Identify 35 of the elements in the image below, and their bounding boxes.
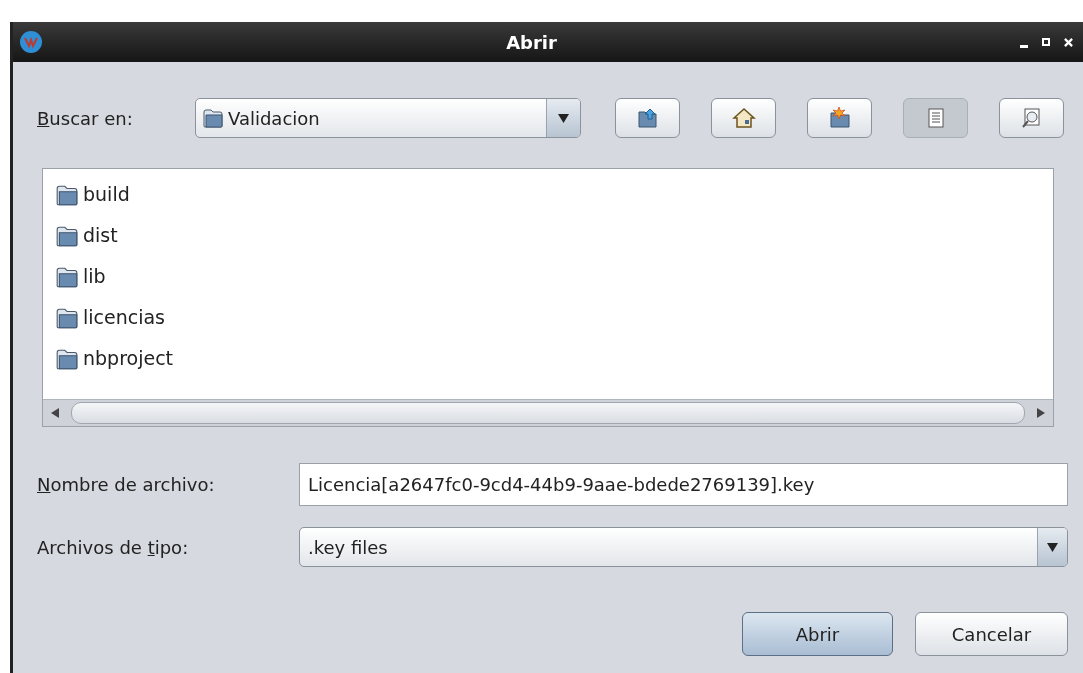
home-icon bbox=[731, 106, 756, 130]
file-type-dropdown[interactable]: .key files bbox=[299, 527, 1068, 567]
folder-item[interactable]: lib bbox=[55, 256, 106, 297]
folder-item[interactable]: build bbox=[55, 174, 130, 215]
file-name-field[interactable]: Licencia[a2647fc0-9cd4-44b9-9aae-bdede2769139].key bbox=[299, 463, 1068, 506]
toolbar-button[interactable] bbox=[807, 98, 872, 138]
scrollbar-thumb[interactable] bbox=[71, 402, 1025, 424]
new-folder-icon bbox=[827, 106, 852, 130]
close-icon[interactable] bbox=[1064, 37, 1073, 47]
caret-icon bbox=[1047, 542, 1058, 552]
dialog-button[interactable]: Cancelar bbox=[915, 612, 1068, 656]
toolbar-button[interactable] bbox=[903, 98, 968, 138]
toolbar-button[interactable] bbox=[999, 98, 1064, 138]
file-type-label: Archivos de tipo: bbox=[37, 536, 189, 558]
app-logo-icon bbox=[19, 30, 43, 54]
right-arrow-icon[interactable] bbox=[1037, 408, 1045, 418]
folder-up-arrow-icon bbox=[635, 106, 660, 130]
maximize-button[interactable] bbox=[1042, 38, 1050, 46]
dialog-button[interactable]: Abrir bbox=[742, 612, 893, 656]
toolbar-button[interactable] bbox=[711, 98, 776, 138]
left-arrow-icon[interactable] bbox=[51, 408, 59, 418]
horizontal-scrollbar[interactable] bbox=[43, 399, 1053, 426]
window-title: Abrir bbox=[505, 30, 558, 55]
file-type-value: .key files bbox=[307, 535, 389, 560]
look-in-label: Buscar en: bbox=[37, 107, 133, 129]
folder-item[interactable]: licencias bbox=[55, 297, 165, 338]
folder-item[interactable]: dist bbox=[55, 215, 118, 256]
file-name-label: Nombre de archivo: bbox=[37, 474, 215, 495]
minimize-button[interactable] bbox=[1020, 44, 1028, 48]
toolbar-button[interactable] bbox=[615, 98, 680, 138]
caret-icon bbox=[558, 113, 569, 123]
folder-item[interactable]: nbproject bbox=[55, 338, 174, 379]
look-in-dropdown[interactable]: Validacion bbox=[195, 98, 581, 138]
look-in-value: Validacion bbox=[228, 106, 320, 131]
folder-icon bbox=[202, 107, 224, 129]
